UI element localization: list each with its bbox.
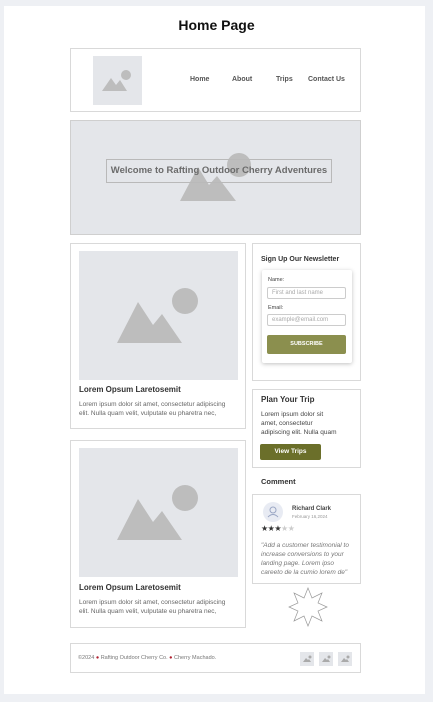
card-title: Lorem Opsum Laretosemit bbox=[79, 385, 181, 394]
plan-trip-body: adipiscing elit. Nulla quam bbox=[261, 429, 337, 436]
cherry-icon: ● bbox=[169, 655, 173, 661]
logo-placeholder[interactable] bbox=[93, 56, 142, 105]
image-icon bbox=[117, 288, 198, 343]
image-icon bbox=[341, 655, 350, 662]
footer-author: Cherry Machado. bbox=[174, 655, 217, 661]
image-icon bbox=[117, 485, 198, 540]
nav-home[interactable]: Home bbox=[190, 76, 209, 83]
footer-company: Rafting Outdoor Cherry Co. bbox=[100, 655, 168, 661]
image-icon bbox=[303, 655, 312, 662]
card-image bbox=[79, 251, 238, 380]
testimonial-text: landing page. Lorem ipso bbox=[261, 560, 334, 567]
nav-trips[interactable]: Trips bbox=[276, 76, 293, 83]
social-link[interactable] bbox=[338, 652, 352, 666]
card-body-line: Lorem ipsum dolor sit amet, consectetur … bbox=[79, 401, 226, 408]
card-body-line: elit. Nulla quam velit, vulputate eu pha… bbox=[79, 410, 217, 417]
name-input[interactable]: First and last name bbox=[267, 287, 346, 299]
star-icon: ★ bbox=[287, 524, 295, 533]
hero-title: Welcome to Rafting Outdoor Cherry Advent… bbox=[106, 159, 332, 183]
testimonial-text: "Add a customer testimonial to bbox=[261, 542, 349, 549]
testimonial-text: careeto de la cumio lorem de" bbox=[261, 569, 348, 576]
image-icon bbox=[102, 70, 131, 91]
review-date: February 16,2024 bbox=[292, 514, 328, 519]
footer-year: ©2024 bbox=[78, 655, 95, 661]
star-icon: ★ bbox=[274, 524, 282, 533]
plan-trip-body: amet, consectetur bbox=[261, 420, 313, 427]
plan-trip-title: Plan Your Trip bbox=[261, 395, 315, 404]
image-icon bbox=[322, 655, 331, 662]
card-title: Lorem Opsum Laretosemit bbox=[79, 583, 181, 592]
user-icon bbox=[267, 506, 279, 518]
footer-copyright: ©2024 ● Rafting Outdoor Cherry Co. ● Che… bbox=[78, 655, 216, 661]
avatar bbox=[263, 502, 283, 522]
reviewer-name: Richard Clark bbox=[292, 506, 332, 512]
social-link[interactable] bbox=[300, 652, 314, 666]
name-label: Name: bbox=[268, 277, 285, 283]
view-trips-button[interactable]: View Trips bbox=[260, 444, 321, 460]
star-burst-icon bbox=[288, 587, 328, 627]
star-icon: ★ bbox=[261, 524, 268, 533]
star-icon: ★ bbox=[281, 524, 288, 533]
page-title: Home Page bbox=[178, 17, 255, 33]
nav-contact[interactable]: Contact Us bbox=[308, 76, 345, 83]
social-link[interactable] bbox=[319, 652, 333, 666]
email-label: Email: bbox=[268, 305, 284, 311]
card-image bbox=[79, 448, 238, 577]
card-body-line: elit. Nulla quam velit, vulputate eu pha… bbox=[79, 608, 217, 615]
cherry-icon: ● bbox=[95, 655, 100, 661]
nav-about[interactable]: About bbox=[232, 76, 252, 83]
star-rating: ★★★★★ bbox=[261, 524, 295, 533]
comment-title: Comment bbox=[261, 477, 296, 486]
testimonial-text: increase conversions to your bbox=[261, 551, 344, 558]
newsletter-title: Sign Up Our Newsletter bbox=[261, 256, 340, 263]
card-body-line: Lorem ipsum dolor sit amet, consectetur … bbox=[79, 599, 226, 606]
subscribe-button[interactable]: SUBSCRIBE bbox=[267, 335, 346, 354]
plan-trip-body: Lorem ipsum dolor sit bbox=[261, 411, 324, 418]
email-input[interactable]: example@email.com bbox=[267, 314, 346, 326]
